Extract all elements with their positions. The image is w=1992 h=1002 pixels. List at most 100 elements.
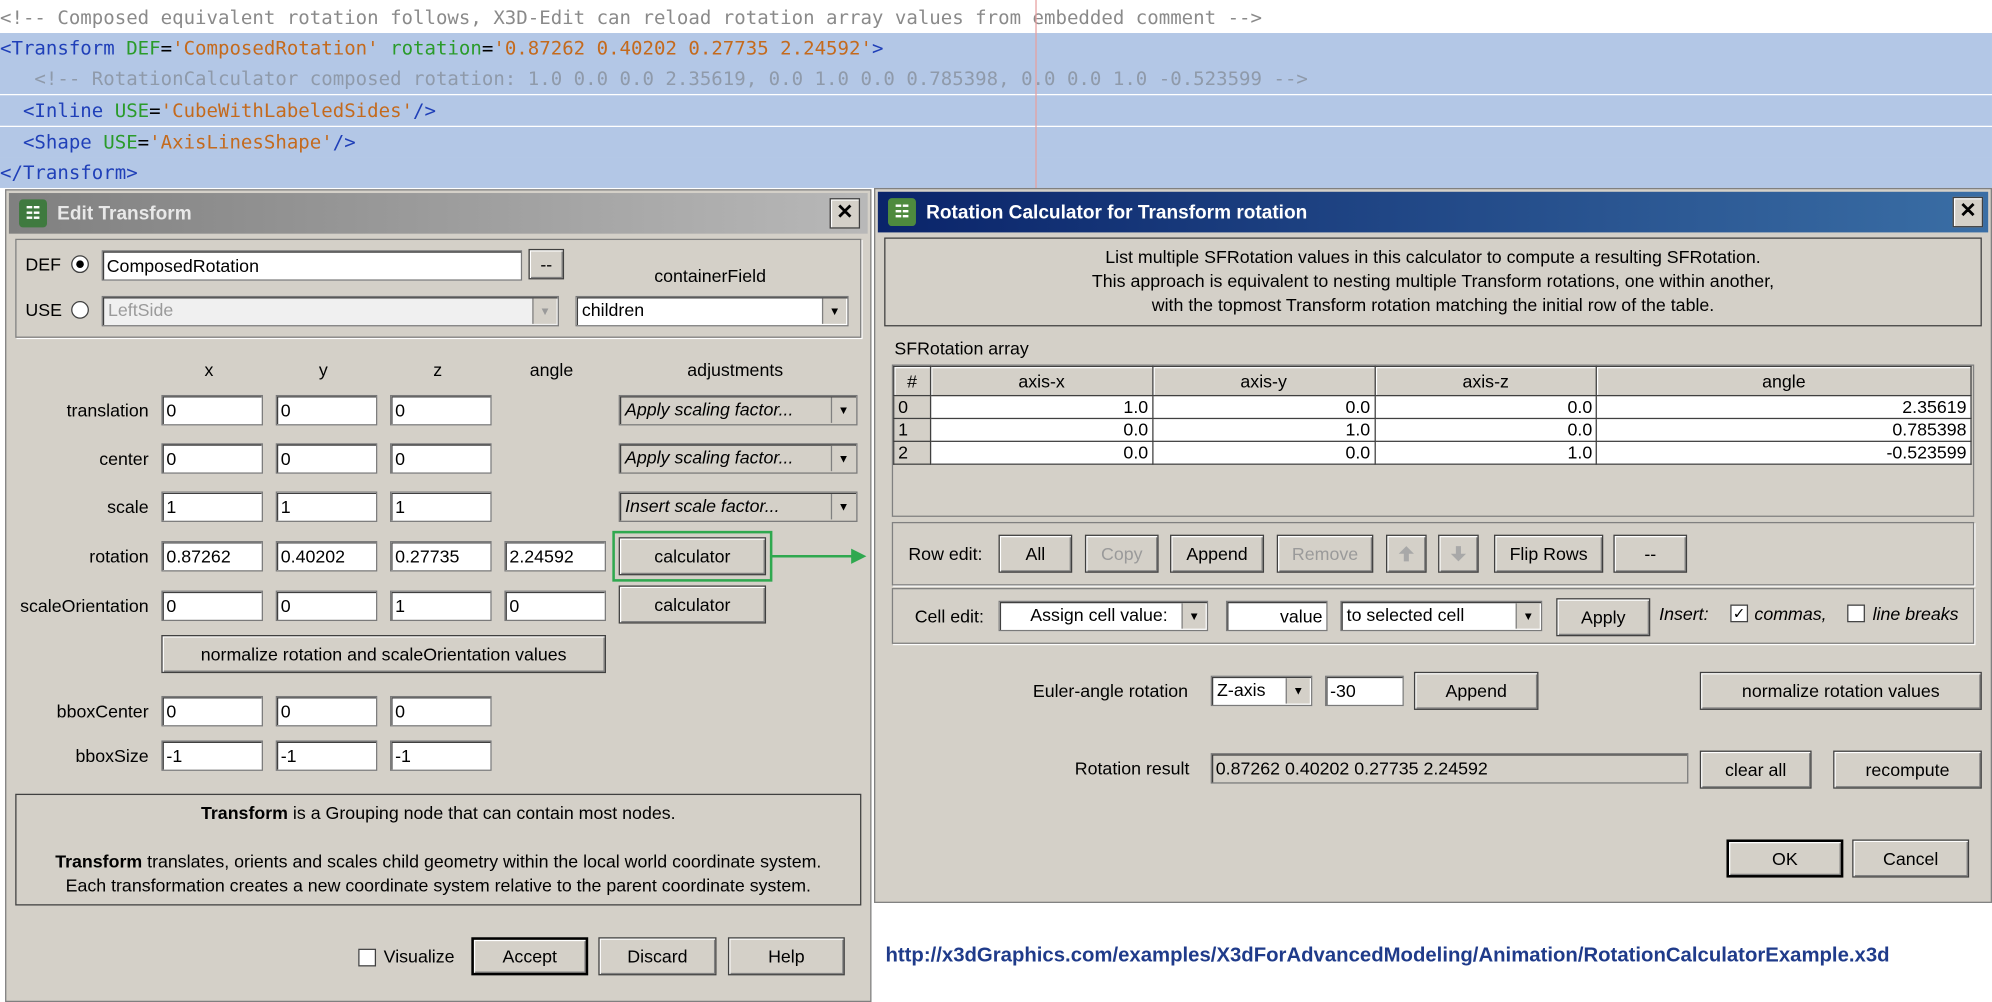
bbox-size-z-field[interactable]: -1 xyxy=(390,740,492,771)
linebreaks-checkbox[interactable] xyxy=(1847,604,1865,623)
center-adjust-select[interactable]: Apply scaling factor... ▼ xyxy=(618,443,858,474)
column-header[interactable]: angle xyxy=(1596,365,1972,397)
flip-rows-button[interactable]: Flip Rows xyxy=(1493,534,1604,573)
discard-button[interactable]: Discard xyxy=(598,937,717,976)
table-row[interactable]: 2 0.0 0.0 1.0 -0.523599 xyxy=(893,440,1972,465)
translation-adjust-select[interactable]: Apply scaling factor... ▼ xyxy=(618,394,858,426)
rotation-z-field[interactable]: 0.27735 xyxy=(390,541,492,572)
container-field-select[interactable]: children ▼ xyxy=(575,295,849,327)
move-down-icon[interactable] xyxy=(1438,534,1479,573)
table-cell[interactable]: 1.0 xyxy=(1374,440,1598,465)
column-header[interactable]: axis-y xyxy=(1151,365,1376,397)
rotation-calculator-titlebar[interactable]: ☷ Rotation Calculator for Transform rota… xyxy=(877,191,1989,233)
chevron-down-icon: ▼ xyxy=(1515,603,1540,629)
row-more-button[interactable]: -- xyxy=(1613,534,1688,573)
move-up-icon[interactable] xyxy=(1386,534,1427,573)
translation-x-field[interactable]: 0 xyxy=(161,394,263,426)
rotation-angle-field[interactable]: 2.24592 xyxy=(504,541,606,572)
table-cell[interactable]: -0.523599 xyxy=(1596,440,1972,465)
translation-z-field[interactable]: 0 xyxy=(390,394,492,426)
table-cell[interactable]: 1.0 xyxy=(1151,417,1376,442)
description-text: is a Grouping node that can contain most… xyxy=(287,802,676,823)
select-all-button[interactable]: All xyxy=(998,534,1073,573)
rotation-y-field[interactable]: 0.40202 xyxy=(275,541,378,572)
close-icon[interactable]: ✕ xyxy=(1952,196,1984,228)
xml-tag: <Inline xyxy=(22,99,104,122)
xml-editor[interactable]: <!-- Composed equivalent rotation follow… xyxy=(0,0,1992,191)
table-cell[interactable]: 2.35619 xyxy=(1596,394,1972,420)
xml-eq: = xyxy=(481,36,494,60)
rotation-result-field[interactable]: 0.87262 0.40202 0.27735 2.24592 xyxy=(1210,753,1689,784)
table-cell[interactable]: 1.0 xyxy=(929,394,1154,420)
bbox-center-z-field[interactable]: 0 xyxy=(390,695,492,727)
scale-orientation-x-field[interactable]: 0 xyxy=(161,590,263,622)
euler-axis-select[interactable]: Z-axis ▼ xyxy=(1210,675,1313,707)
bbox-size-x-field[interactable]: -1 xyxy=(161,740,263,771)
table-cell[interactable]: 0.0 xyxy=(929,440,1154,465)
xml-attr: USE xyxy=(103,130,138,154)
table-cell[interactable]: 0.0 xyxy=(1374,417,1598,442)
visualize-checkbox[interactable] xyxy=(358,948,377,967)
cancel-button[interactable]: Cancel xyxy=(1852,839,1970,878)
bbox-center-x-field[interactable]: 0 xyxy=(161,695,263,727)
copy-row-button[interactable]: Copy xyxy=(1084,534,1159,573)
ok-button[interactable]: OK xyxy=(1726,839,1844,878)
scale-orientation-z-field[interactable]: 1 xyxy=(390,590,492,622)
use-radio[interactable] xyxy=(71,300,89,319)
commas-checkbox[interactable]: ✓ xyxy=(1730,604,1749,623)
table-row[interactable]: 1 0.0 1.0 0.0 0.785398 xyxy=(893,417,1972,442)
table-cell[interactable]: 0.0 xyxy=(1151,394,1376,420)
table-row[interactable]: 0 1.0 0.0 0.0 2.35619 xyxy=(893,394,1972,420)
def-options-button[interactable]: -- xyxy=(528,248,565,280)
append-row-button[interactable]: Append xyxy=(1170,534,1265,573)
scale-orientation-calculator-button[interactable]: calculator xyxy=(618,585,767,624)
scale-orientation-angle-field[interactable]: 0 xyxy=(504,590,606,622)
center-z-field[interactable]: 0 xyxy=(390,443,492,474)
close-icon[interactable]: ✕ xyxy=(829,198,861,229)
edit-transform-titlebar[interactable]: ☷ Edit Transform xyxy=(8,193,868,234)
normalize-rotation-button[interactable]: normalize rotation and scaleOrientation … xyxy=(161,635,606,674)
table-cell[interactable]: 0.0 xyxy=(1374,394,1598,420)
normalize-rotation-values-button[interactable]: normalize rotation values xyxy=(1699,671,1982,710)
table-cell[interactable]: 0.785398 xyxy=(1596,417,1972,442)
scale-adjust-select[interactable]: Insert scale factor... ▼ xyxy=(618,491,858,522)
scale-z-field[interactable]: 1 xyxy=(390,491,492,522)
table-cell[interactable]: 0.0 xyxy=(1151,440,1376,465)
translation-y-field[interactable]: 0 xyxy=(275,394,378,426)
bbox-size-y-field[interactable]: -1 xyxy=(275,740,378,771)
column-header[interactable]: axis-z xyxy=(1374,365,1598,397)
header-x: x xyxy=(204,359,214,380)
column-header[interactable]: axis-x xyxy=(929,365,1154,397)
table-cell[interactable]: 0.0 xyxy=(929,417,1154,442)
xml-tag: </Transform> xyxy=(0,161,138,185)
def-radio[interactable] xyxy=(71,255,89,274)
cell-target-select[interactable]: to selected cell ▼ xyxy=(1340,600,1543,632)
def-field[interactable]: ComposedRotation xyxy=(101,250,523,281)
recompute-button[interactable]: recompute xyxy=(1833,750,1982,789)
help-button[interactable]: Help xyxy=(727,937,845,976)
scale-orientation-y-field[interactable]: 0 xyxy=(275,590,378,622)
info-line-2: This approach is equivalent to nesting m… xyxy=(1091,270,1775,291)
scale-x-field[interactable]: 1 xyxy=(161,491,263,522)
example-url[interactable]: http://x3dGraphics.com/examples/X3dForAd… xyxy=(885,945,1889,968)
x3d-icon: ☷ xyxy=(888,198,916,227)
bbox-center-y-field[interactable]: 0 xyxy=(275,695,378,727)
sfrotation-table[interactable]: # axis-x axis-y axis-z angle 0 1.0 0.0 0… xyxy=(893,365,1972,465)
remove-row-button[interactable]: Remove xyxy=(1276,534,1374,573)
apply-button[interactable]: Apply xyxy=(1556,598,1651,637)
center-y-field[interactable]: 0 xyxy=(275,443,378,474)
euler-angle-field[interactable]: -30 xyxy=(1325,675,1404,707)
cell-value-field[interactable]: value xyxy=(1225,600,1328,632)
use-select[interactable]: LeftSide ▼ xyxy=(101,295,559,327)
def-label: DEF xyxy=(25,254,61,275)
clear-all-button[interactable]: clear all xyxy=(1699,750,1812,789)
accept-button[interactable]: Accept xyxy=(471,937,589,976)
rotation-calculator-button[interactable]: calculator xyxy=(618,537,767,576)
scale-y-field[interactable]: 1 xyxy=(275,491,378,522)
rotation-x-field[interactable]: 0.87262 xyxy=(161,541,263,572)
center-x-field[interactable]: 0 xyxy=(161,443,263,474)
cell-mode-select[interactable]: Assign cell value: ▼ xyxy=(998,600,1209,632)
column-header[interactable]: # xyxy=(893,365,932,397)
header-y: y xyxy=(318,359,328,380)
euler-append-button[interactable]: Append xyxy=(1413,671,1539,710)
